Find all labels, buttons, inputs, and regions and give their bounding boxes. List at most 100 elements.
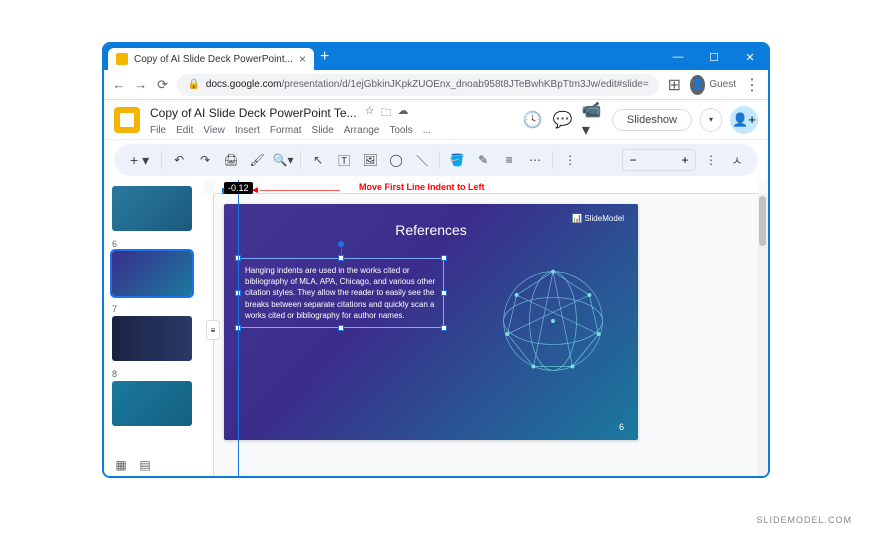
toolbar: + ▾ ↶ ↷ 🖨 🖌 🔍▾ ↖ 🅃 🖼 ◯ ＼ 🪣 ✎ ≡ ⋯ ⋮ − + ⋮… <box>114 144 758 176</box>
install-icon[interactable]: ⊞ <box>667 75 682 95</box>
slideshow-dropdown[interactable]: ▾ <box>700 108 722 132</box>
resize-handle[interactable] <box>338 325 344 331</box>
textbox-tool[interactable]: 🅃 <box>333 149 355 171</box>
text-box[interactable]: Hanging indents are used in the works ci… <box>238 258 444 328</box>
undo-button[interactable]: ↶ <box>168 149 190 171</box>
image-tool[interactable]: 🖼 <box>359 149 381 171</box>
print-button[interactable]: 🖨 <box>220 149 242 171</box>
annotation-arrow: ◄———————— <box>250 185 340 196</box>
workspace: 6 7 8 ▦ ▤ -0.12 ◄———————— Move First Lin… <box>104 180 768 478</box>
document-header: Copy of AI Slide Deck PowerPoint Te... ☆… <box>104 100 768 140</box>
indent-value-tooltip: -0.12 <box>224 182 253 194</box>
cloud-icon[interactable]: ☁ <box>397 104 408 123</box>
menu-more[interactable]: ... <box>423 125 431 136</box>
browser-window: Copy of AI Slide Deck PowerPoint... × + … <box>102 42 770 478</box>
shape-tool[interactable]: ◯ <box>385 149 407 171</box>
menu-edit[interactable]: Edit <box>176 125 193 136</box>
vertical-guide-line <box>238 180 239 478</box>
kebab-menu-icon[interactable]: ⋮ <box>744 75 760 95</box>
paint-format-button[interactable]: 🖌 <box>246 149 268 171</box>
comments-icon[interactable]: 💬 <box>552 109 574 131</box>
toolbar-kebab[interactable]: ⋮ <box>700 149 722 171</box>
thumb-item[interactable]: 7 <box>112 304 196 361</box>
close-window-button[interactable]: ✕ <box>736 46 764 68</box>
thumb-number: 7 <box>112 304 196 314</box>
resize-handle[interactable] <box>441 290 447 296</box>
thumb-number: 6 <box>112 239 196 249</box>
slide-title[interactable]: References <box>224 222 638 238</box>
slide-thumbnails: 6 7 8 ▦ ▤ <box>104 180 204 478</box>
zoom-button[interactable]: 🔍▾ <box>272 149 294 171</box>
url-input[interactable]: 🔒 docs.google.com/presentation/d/1ejGbki… <box>177 74 658 96</box>
minimize-button[interactable]: — <box>664 46 692 68</box>
address-bar: ← → ⟳ 🔒 docs.google.com/presentation/d/1… <box>104 70 768 100</box>
page-watermark: SLIDEMODEL.COM <box>756 515 852 525</box>
menu-slide[interactable]: Slide <box>312 125 334 136</box>
speaker-notes-handle[interactable]: ≡ <box>206 320 220 340</box>
maximize-button[interactable]: ☐ <box>700 46 728 68</box>
resize-handle[interactable] <box>441 325 447 331</box>
zoom-out-button[interactable]: − <box>623 150 643 170</box>
menu-file[interactable]: File <box>150 125 166 136</box>
fill-color-button[interactable]: 🪣 <box>446 149 468 171</box>
menu-arrange[interactable]: Arrange <box>344 125 380 136</box>
thumb-slide-7[interactable] <box>112 316 192 361</box>
thumb-slide-6[interactable] <box>112 251 192 296</box>
tab-title: Copy of AI Slide Deck PowerPoint... <box>134 54 293 65</box>
resize-handle[interactable] <box>441 255 447 261</box>
decorative-sphere <box>488 256 618 386</box>
thumb-item[interactable]: 6 <box>112 239 196 296</box>
annotation-text: Move First Line Indent to Left <box>359 182 485 192</box>
border-dash-button[interactable]: ⋯ <box>524 149 546 171</box>
canvas-area: -0.12 ◄———————— Move First Line Indent t… <box>204 180 768 478</box>
border-color-button[interactable]: ✎ <box>472 149 494 171</box>
guest-avatar[interactable]: 👤 <box>690 75 705 95</box>
new-slide-button[interactable]: + ▾ <box>124 149 155 171</box>
new-tab-button[interactable]: + <box>320 48 329 66</box>
tab-close-icon[interactable]: × <box>299 52 306 66</box>
titlebar: Copy of AI Slide Deck PowerPoint... × + … <box>104 44 768 70</box>
slides-favicon <box>116 53 128 65</box>
share-button[interactable]: 👤+ <box>730 106 758 134</box>
menu-bar: File Edit View Insert Format Slide Arran… <box>150 125 512 136</box>
vertical-scrollbar[interactable] <box>758 194 768 478</box>
browser-tab[interactable]: Copy of AI Slide Deck PowerPoint... × <box>108 48 314 70</box>
scrollbar-thumb[interactable] <box>759 196 766 246</box>
menu-tools[interactable]: Tools <box>389 125 412 136</box>
filmstrip-button[interactable]: ▤ <box>136 456 154 474</box>
zoom-stepper: − + <box>622 149 696 171</box>
menu-insert[interactable]: Insert <box>235 125 260 136</box>
collapse-toolbar-button[interactable]: ㅅ <box>726 149 748 171</box>
menu-format[interactable]: Format <box>270 125 302 136</box>
lock-icon: 🔒 <box>187 79 199 90</box>
reload-button[interactable]: ⟳ <box>156 76 170 94</box>
history-icon[interactable]: 🕓 <box>522 109 544 131</box>
thumb-item[interactable]: 8 <box>112 369 196 426</box>
thumb-number: 8 <box>112 369 196 379</box>
thumb-slide-8[interactable] <box>112 381 192 426</box>
doc-title[interactable]: Copy of AI Slide Deck PowerPoint Te... <box>150 106 357 120</box>
url-text: docs.google.com/presentation/d/1ejGbkinJ… <box>206 79 649 90</box>
forward-button[interactable]: → <box>134 76 148 94</box>
move-icon[interactable]: 🗀 <box>380 104 391 123</box>
guest-label: Guest <box>709 79 736 90</box>
border-weight-button[interactable]: ≡ <box>498 149 520 171</box>
slideshow-button[interactable]: Slideshow <box>612 109 692 131</box>
more-tools-button[interactable]: ⋮ <box>559 149 581 171</box>
line-tool[interactable]: ＼ <box>411 149 433 171</box>
text-box-content[interactable]: Hanging indents are used in the works ci… <box>245 265 437 321</box>
resize-handle[interactable] <box>338 255 344 261</box>
slide-canvas[interactable]: 📊 SlideModel References Hanging indents … <box>224 204 638 440</box>
menu-view[interactable]: View <box>203 125 225 136</box>
zoom-in-button[interactable]: + <box>675 150 695 170</box>
star-icon[interactable]: ☆ <box>365 104 375 123</box>
slides-logo[interactable] <box>114 107 140 133</box>
select-tool[interactable]: ↖ <box>307 149 329 171</box>
slide-page-number: 6 <box>619 422 624 432</box>
meet-icon[interactable]: 📹▾ <box>582 109 604 131</box>
window-controls: — ☐ ✕ <box>664 46 764 68</box>
grid-view-button[interactable]: ▦ <box>112 456 130 474</box>
thumb-item[interactable] <box>112 186 196 231</box>
back-button[interactable]: ← <box>112 76 126 94</box>
redo-button[interactable]: ↷ <box>194 149 216 171</box>
